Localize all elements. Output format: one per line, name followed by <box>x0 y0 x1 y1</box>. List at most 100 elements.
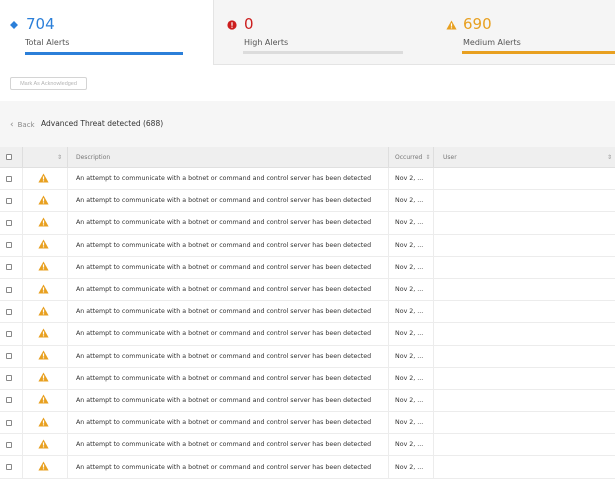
description-header-label: Description <box>76 153 111 161</box>
severity-cell <box>38 257 49 278</box>
back-link[interactable]: ‹ Back <box>10 120 35 130</box>
medium-alerts-label: Medium Alerts <box>463 38 521 47</box>
column-divider <box>22 301 23 323</box>
column-divider <box>67 456 68 478</box>
description-cell: An attempt to communicate with a botnet … <box>76 374 372 382</box>
high-alerts-card[interactable]: 0 High Alerts <box>226 0 426 64</box>
column-divider <box>388 323 389 345</box>
table-row[interactable]: An attempt to communicate with a botnet … <box>0 256 615 279</box>
row-checkbox[interactable] <box>6 441 12 448</box>
table-row[interactable]: An attempt to communicate with a botnet … <box>0 434 615 457</box>
column-divider <box>433 456 434 478</box>
row-checkbox[interactable] <box>6 375 12 382</box>
occurred-cell: Nov 2, ... <box>395 374 424 382</box>
chevron-left-icon: ‹ <box>10 120 14 130</box>
severity-cell <box>38 368 49 389</box>
severity-cell <box>38 190 49 211</box>
row-checkbox[interactable] <box>6 308 12 315</box>
column-divider <box>22 456 23 478</box>
table-row[interactable]: An attempt to communicate with a botnet … <box>0 367 615 390</box>
column-divider <box>22 212 23 234</box>
column-divider <box>22 412 23 434</box>
row-checkbox[interactable] <box>6 419 12 426</box>
table-row[interactable]: An attempt to communicate with a botnet … <box>0 412 615 435</box>
occurred-cell: Nov 2, ... <box>395 419 424 427</box>
occurred-cell: Nov 2, ... <box>395 175 424 183</box>
description-cell: An attempt to communicate with a botnet … <box>76 441 372 449</box>
severity-cell <box>38 456 49 477</box>
back-label: Back <box>17 121 35 129</box>
medium-alerts-card[interactable]: 690 Medium Alerts <box>445 0 615 64</box>
column-divider <box>433 147 434 167</box>
warning-triangle-icon <box>38 328 49 340</box>
severity-cell <box>38 346 49 367</box>
warning-triangle-icon <box>38 417 49 429</box>
row-checkbox[interactable] <box>6 353 12 360</box>
occurred-cell: Nov 2, ... <box>395 263 424 271</box>
severity-column-header[interactable]: ⇕ <box>54 147 62 167</box>
alert-summary-bar: 704 Total Alerts 0 High Alerts 690 Mediu… <box>0 0 615 65</box>
table-row[interactable]: An attempt to communicate with a botnet … <box>0 234 615 257</box>
row-checkbox[interactable] <box>6 242 12 249</box>
column-divider <box>388 147 389 167</box>
warning-triangle-icon <box>38 195 49 207</box>
column-divider <box>388 345 389 367</box>
column-divider <box>22 434 23 456</box>
row-select-cell <box>6 434 12 455</box>
row-checkbox[interactable] <box>6 286 12 293</box>
occurred-cell: Nov 2, ... <box>395 463 424 471</box>
table-row[interactable]: An attempt to communicate with a botnet … <box>0 278 615 302</box>
occurred-cell: Nov 2, ... <box>395 241 424 249</box>
row-select-cell <box>6 190 12 211</box>
total-alerts-bar <box>25 52 183 55</box>
table-row[interactable]: An attempt to communicate with a botnet … <box>0 190 615 213</box>
column-divider <box>433 256 434 278</box>
table-row[interactable]: An attempt to communicate with a botnet … <box>0 323 615 346</box>
mark-acknowledged-button[interactable]: Mark As Acknowledged <box>10 77 87 90</box>
column-divider <box>67 412 68 434</box>
row-checkbox[interactable] <box>6 197 12 204</box>
row-checkbox[interactable] <box>6 219 12 226</box>
user-sort-cell[interactable]: ⇕ <box>604 147 612 167</box>
row-checkbox[interactable] <box>6 175 12 182</box>
total-alerts-card[interactable]: 704 Total Alerts <box>0 0 214 65</box>
severity-cell <box>38 301 49 322</box>
table-row[interactable]: An attempt to communicate with a botnet … <box>0 389 615 413</box>
diamond-icon <box>8 20 20 29</box>
table-row[interactable]: An attempt to communicate with a botnet … <box>0 212 615 235</box>
occurred-header-label: Occurred <box>395 153 423 161</box>
column-divider <box>388 212 389 234</box>
row-checkbox[interactable] <box>6 264 12 271</box>
warning-triangle-icon <box>38 306 49 318</box>
sort-icon: ⇕ <box>607 153 613 161</box>
description-cell: An attempt to communicate with a botnet … <box>76 197 372 205</box>
row-checkbox[interactable] <box>6 397 12 404</box>
warning-triangle-icon <box>38 239 49 251</box>
table-row[interactable]: An attempt to communicate with a botnet … <box>0 168 615 191</box>
exclamation-circle-icon <box>226 19 238 30</box>
row-checkbox[interactable] <box>6 330 12 337</box>
table-row[interactable]: An attempt to communicate with a botnet … <box>0 456 615 479</box>
occurred-cell: Nov 2, ... <box>395 396 424 404</box>
column-divider <box>388 389 389 412</box>
occurred-column-header[interactable]: Occurred ⇕ <box>395 147 430 167</box>
column-divider <box>433 367 434 389</box>
column-divider <box>388 456 389 478</box>
description-cell: An attempt to communicate with a botnet … <box>76 263 372 271</box>
column-divider <box>22 190 23 212</box>
description-cell: An attempt to communicate with a botnet … <box>76 419 372 427</box>
warning-triangle-icon <box>38 461 49 473</box>
table-row[interactable]: An attempt to communicate with a botnet … <box>0 301 615 324</box>
table-row[interactable]: An attempt to communicate with a botnet … <box>0 345 615 368</box>
warning-triangle-icon <box>38 217 49 229</box>
column-divider <box>67 389 68 412</box>
description-cell: An attempt to communicate with a botnet … <box>76 308 372 316</box>
description-column-header[interactable]: Description <box>76 147 110 167</box>
severity-cell <box>38 434 49 455</box>
column-divider <box>433 323 434 345</box>
warning-triangle-icon <box>38 394 49 406</box>
user-column-header[interactable]: User <box>443 147 457 167</box>
row-checkbox[interactable] <box>6 464 12 471</box>
select-all-checkbox[interactable] <box>6 154 12 160</box>
medium-alerts-count: 690 <box>463 15 492 33</box>
